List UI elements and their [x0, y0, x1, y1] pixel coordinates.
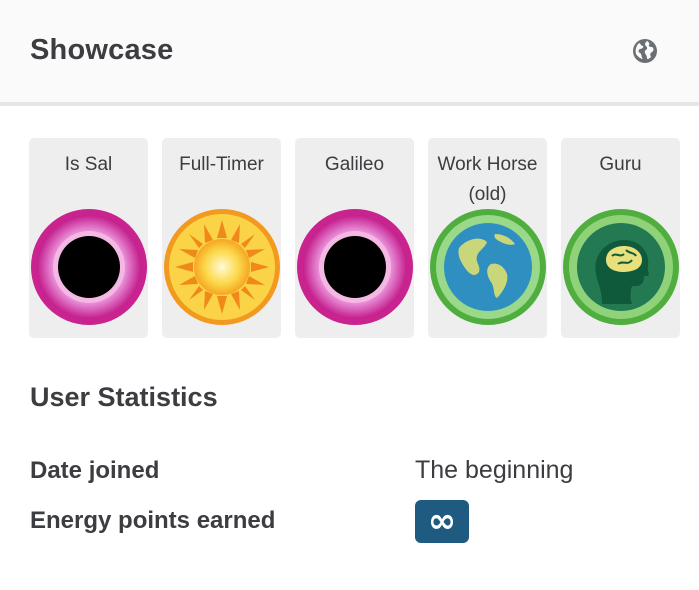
date-joined-value: The beginning — [415, 456, 574, 484]
earth-badge-icon — [430, 209, 546, 325]
badge-showcase: Is Sal Full-Timer Galileo Work Horse (ol… — [29, 138, 699, 338]
badge-guru[interactable]: Guru — [561, 138, 680, 338]
badge-work-horse-old[interactable]: Work Horse (old) — [428, 138, 547, 338]
badge-label: Galileo — [324, 154, 385, 175]
badge-label: Is Sal — [64, 154, 113, 175]
globe-icon[interactable] — [632, 38, 658, 64]
badge-label: Guru — [599, 154, 642, 175]
black-hole-badge-icon — [297, 209, 413, 325]
badge-label: Work Horse (old) — [437, 154, 538, 205]
header-title: Showcase — [30, 34, 174, 66]
date-joined-label: Date joined — [30, 457, 160, 484]
badge-full-timer[interactable]: Full-Timer — [162, 138, 281, 338]
badge-is-sal[interactable]: Is Sal — [29, 138, 148, 338]
energy-points-value: ∞ — [415, 500, 469, 543]
showcase-card: Showcase Is Sal Full-Timer Galileo Work … — [0, 0, 699, 590]
user-statistics-title: User Statistics — [30, 382, 218, 412]
sun-badge-icon — [164, 209, 280, 325]
energy-points-label: Energy points earned — [30, 507, 276, 534]
badge-galileo[interactable]: Galileo — [295, 138, 414, 338]
showcase-header: Showcase — [0, 0, 699, 106]
badge-label: Full-Timer — [179, 154, 264, 175]
brain-badge-icon — [563, 209, 679, 325]
black-hole-badge-icon — [31, 209, 147, 325]
